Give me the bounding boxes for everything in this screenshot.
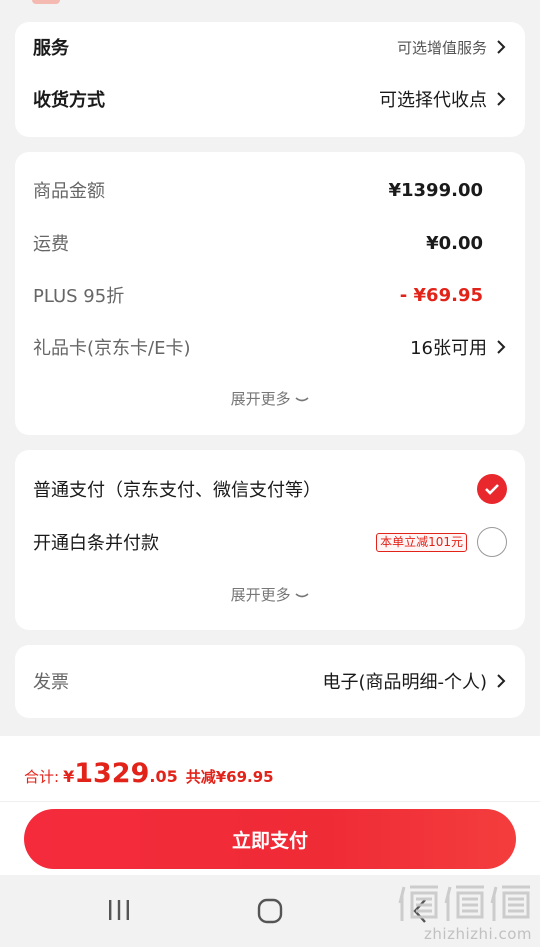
goods-amount-value: ¥1399.00 — [388, 179, 483, 201]
giftcard-value: 16张可用 — [410, 338, 487, 359]
service-hint: 可选增值服务 — [396, 38, 487, 57]
total-label: 合计: — [24, 768, 60, 786]
payment-option-normal-label: 普通支付（京东支付、微信支付等） — [33, 480, 321, 501]
service-label: 服务 — [33, 38, 69, 59]
shipping-value: ¥0.00 — [426, 232, 483, 254]
shipping-label: 运费 — [33, 234, 69, 255]
recent-apps-icon[interactable] — [106, 897, 132, 923]
invoice-row[interactable]: 发票 电子(商品明细-个人) — [33, 666, 507, 696]
plus-discount-label: PLUS 95折 — [33, 286, 125, 307]
chevron-right-icon — [497, 340, 506, 354]
home-icon[interactable] — [256, 897, 284, 925]
order-total: 合计: ¥ 1329 .05 共减¥69.95 — [24, 758, 274, 789]
saved-amount: 共减¥69.95 — [185, 768, 274, 786]
expand-more-price[interactable]: 展开更多 — [15, 388, 525, 409]
expand-more-label: 展开更多 — [230, 390, 291, 408]
payment-option-baitiao-label: 开通白条并付款 — [33, 533, 159, 554]
price-row-plus-discount: PLUS 95折 - ¥69.95 — [33, 280, 507, 310]
chevron-right-icon — [497, 40, 506, 54]
delivery-label: 收货方式 — [33, 90, 105, 111]
goods-amount-label: 商品金额 — [33, 181, 105, 202]
payment-option-baitiao[interactable]: 开通白条并付款 本单立减101元 — [33, 527, 507, 557]
expand-more-label: 展开更多 — [230, 586, 291, 604]
total-decimal: .05 — [149, 767, 178, 786]
delivery-value: 可选择代收点 — [379, 90, 487, 111]
divider — [0, 801, 540, 802]
system-nav-bar: zhizhizhi.com — [0, 875, 540, 947]
watermark-glyph-icon — [398, 885, 438, 921]
price-row-goods: 商品金额 ¥1399.00 — [33, 175, 507, 205]
product-thumbnail-edge — [32, 0, 60, 4]
delivery-row[interactable]: 收货方式 可选择代收点 — [33, 84, 507, 114]
expand-more-payment[interactable]: 展开更多 — [15, 584, 525, 605]
price-row-giftcard[interactable]: 礼品卡(京东卡/E卡) 16张可用 — [33, 332, 507, 362]
selected-radio[interactable] — [477, 474, 507, 504]
chevron-down-icon — [295, 396, 309, 401]
total-integer: 1329 — [74, 758, 150, 789]
pay-now-button[interactable]: 立即支付 — [24, 809, 516, 869]
payment-card: 普通支付（京东支付、微信支付等） 开通白条并付款 本单立减101元 展开更多 — [15, 450, 525, 630]
watermark-glyph-icon — [444, 885, 484, 921]
promo-badge: 本单立减101元 — [376, 532, 467, 552]
watermark-text: zhizhizhi.com — [424, 925, 532, 943]
invoice-label: 发票 — [33, 672, 69, 693]
currency-symbol: ¥ — [63, 767, 75, 786]
watermark: zhizhizhi.com — [398, 883, 532, 943]
chevron-down-icon — [295, 592, 309, 597]
unselected-radio[interactable] — [477, 527, 507, 557]
watermark-glyph-icon — [490, 885, 530, 921]
invoice-card[interactable]: 发票 电子(商品明细-个人) — [15, 645, 525, 718]
service-card: 服务 可选增值服务 收货方式 可选择代收点 — [15, 22, 525, 137]
plus-discount-value: - ¥69.95 — [399, 284, 483, 306]
payment-option-normal[interactable]: 普通支付（京东支付、微信支付等） — [33, 474, 507, 504]
giftcard-label: 礼品卡(京东卡/E卡) — [33, 338, 191, 359]
price-card: 商品金额 ¥1399.00 运费 ¥0.00 PLUS 95折 - ¥69.95… — [15, 152, 525, 435]
invoice-value: 电子(商品明细-个人) — [322, 672, 487, 693]
service-row[interactable]: 服务 可选增值服务 — [33, 32, 507, 62]
chevron-right-icon — [497, 92, 506, 106]
watermark-logo — [398, 883, 532, 923]
price-row-shipping: 运费 ¥0.00 — [33, 228, 507, 258]
chevron-right-icon — [497, 674, 506, 688]
checkout-bar: 合计: ¥ 1329 .05 共减¥69.95 立即支付 — [0, 736, 540, 875]
checkmark-icon — [485, 484, 499, 495]
